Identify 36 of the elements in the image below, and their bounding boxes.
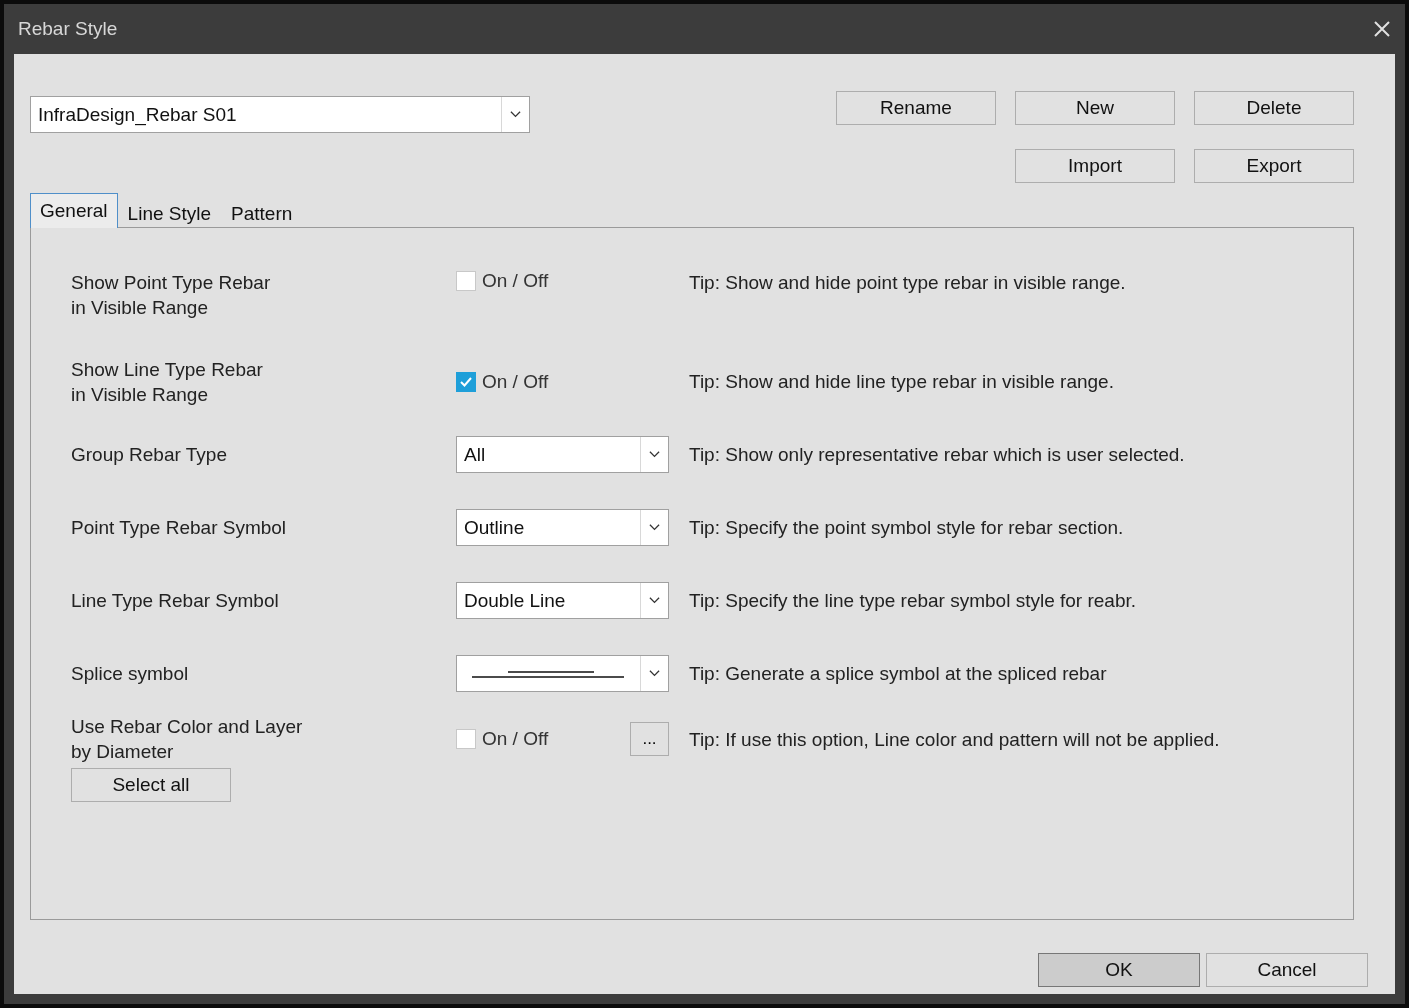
option-dropdown[interactable]: Double Line	[456, 582, 669, 619]
tip-text: Tip: If use this option, Line color and pattern will not be applied.	[689, 727, 1221, 752]
tab[interactable]: Line Style	[117, 198, 222, 228]
option-label: Use Rebar Color and Layer by Diameter	[71, 715, 304, 764]
option-label: Line Type Rebar Symbol	[71, 589, 280, 613]
dialog-button[interactable]: OK	[1038, 953, 1200, 987]
more-button[interactable]: ...	[630, 722, 669, 756]
style-dropdown[interactable]: InfraDesign_Rebar S01	[30, 96, 530, 133]
toolbar-button[interactable]: New	[1015, 91, 1175, 125]
close-icon[interactable]	[1373, 20, 1391, 38]
tip-text: Tip: Show only representative rebar which is user selected.	[689, 443, 1186, 467]
option-label: Group Rebar Type	[71, 443, 228, 467]
window-title: Rebar Style	[17, 18, 118, 40]
tip-text: Tip: Generate a splice symbol at the spliced rebar	[689, 662, 1108, 686]
toolbar-button[interactable]: Rename	[836, 91, 996, 125]
tip-text: Tip: Specify the line type rebar symbol style for reabr.	[689, 589, 1138, 613]
option-label: Point Type Rebar Symbol	[71, 516, 288, 540]
tab[interactable]: General	[30, 193, 118, 228]
tab[interactable]: Pattern	[221, 198, 303, 228]
on-off-checkbox[interactable]: On / Off	[456, 728, 549, 750]
option-label: Splice symbol	[71, 662, 190, 686]
option-label: Show Line Type Rebar in Visible Range	[71, 357, 264, 407]
dialog-button[interactable]: Cancel	[1206, 953, 1368, 987]
toolbar-button[interactable]: Import	[1015, 149, 1175, 183]
on-off-checkbox[interactable]: On / Off	[456, 370, 549, 393]
option-label: Show Point Type Rebar in Visible Range	[71, 271, 272, 320]
select-all-button[interactable]: Select all	[71, 768, 231, 802]
toolbar-button[interactable]: Export	[1194, 149, 1354, 183]
toolbar-button[interactable]: Delete	[1194, 91, 1354, 125]
splice-dropdown[interactable]	[456, 655, 669, 692]
tip-text: Tip: Show and hide point type rebar in visible range.	[689, 271, 1127, 295]
tip-text: Tip: Specify the point symbol style for rebar section.	[689, 516, 1125, 540]
on-off-checkbox[interactable]: On / Off	[456, 270, 549, 292]
tip-text: Tip: Show and hide line type rebar in visible range.	[689, 370, 1115, 394]
option-dropdown[interactable]: Outline	[456, 509, 669, 546]
option-dropdown[interactable]: All	[456, 436, 669, 473]
